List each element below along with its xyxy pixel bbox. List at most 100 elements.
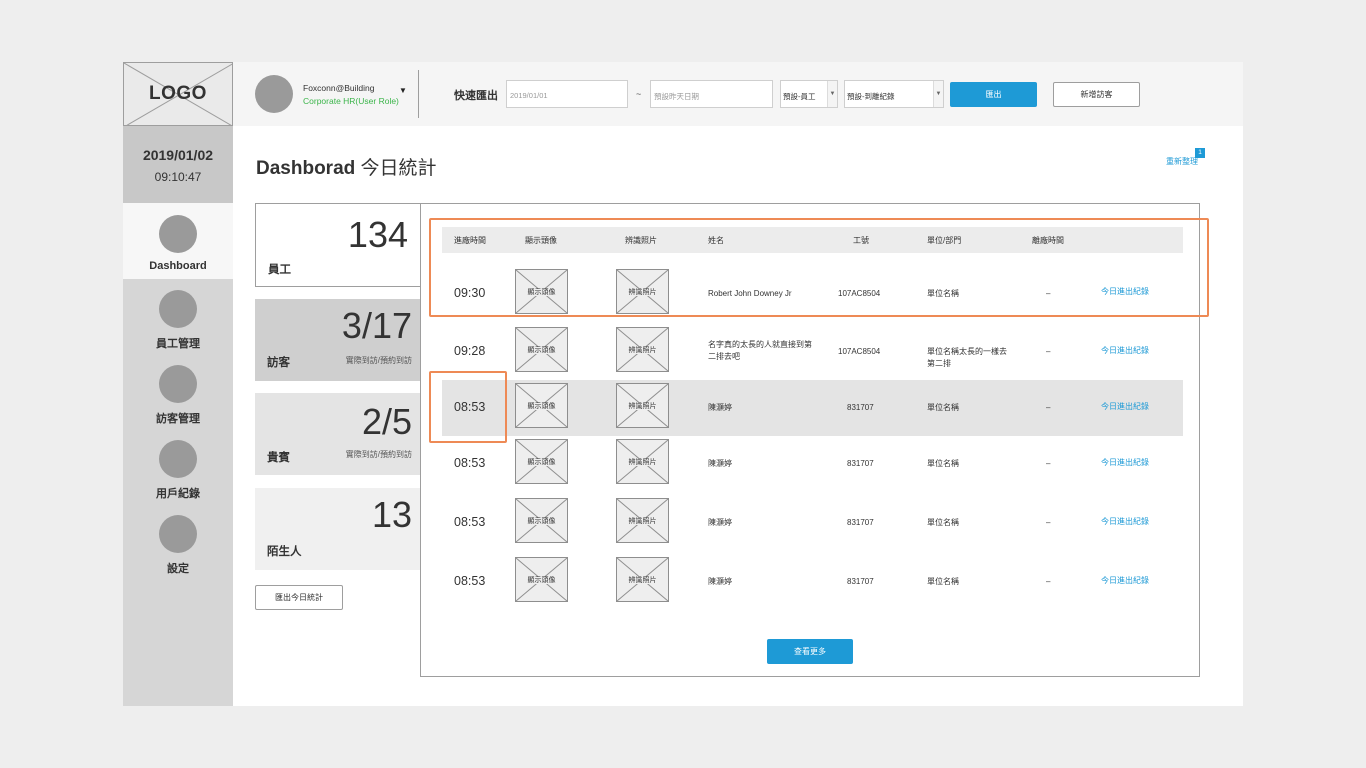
stat-card-employees[interactable]: 134 員工: [255, 203, 421, 287]
dashboard-icon: [159, 215, 197, 253]
avatar-placeholder[interactable]: 顯示頭像: [515, 327, 568, 372]
end-date-input[interactable]: 預設昨天日期: [650, 80, 773, 108]
today-records-link[interactable]: 今日進出紀錄: [1101, 457, 1149, 468]
sidebar-item-label: 訪客管理: [156, 413, 200, 425]
caret-down-icon[interactable]: ▼: [399, 86, 407, 95]
department: 單位名稱: [927, 459, 959, 468]
table-row[interactable]: 08:53 顯示頭像 辨識照片 陳灝婷 831707 單位名稱 – 今日進出紀錄: [442, 495, 1183, 551]
top-bar: LOGO Foxconn@Building Corporate HR(User …: [123, 62, 1243, 126]
user-records-icon: [159, 440, 197, 478]
today-records-link[interactable]: 今日進出紀錄: [1101, 345, 1149, 356]
table-row[interactable]: 09:28 顯示頭像 辨識照片 名字真的太長的人就直接到第二排去吧 107AC8504 單…: [442, 324, 1183, 380]
visitor-management-icon: [159, 365, 197, 403]
current-date: 2019/01/02: [142, 147, 214, 163]
employee-id: 831707: [847, 459, 874, 468]
quick-export-label: 快速匯出: [454, 90, 498, 102]
leave-time: –: [1046, 577, 1051, 586]
date-separator: ~: [636, 89, 642, 99]
photo-placeholder-label: 辨識照片: [627, 518, 658, 525]
table-row[interactable]: 08:53 顯示頭像 辨識照片 陳灝婷 831707 單位名稱 – 今日進出紀錄: [442, 380, 1183, 436]
record-type-select[interactable]: 預設-到離紀錄 ▼: [844, 80, 944, 108]
avatar-placeholder-label: 顯示頭像: [526, 347, 557, 354]
stat-card-strangers[interactable]: 13 陌生人: [255, 488, 420, 570]
user-avatar[interactable]: [255, 75, 293, 113]
table-row[interactable]: 08:53 顯示頭像 辨識照片 陳灝婷 831707 單位名稱 – 今日進出紀錄: [442, 436, 1183, 492]
avatar-placeholder[interactable]: 顯示頭像: [515, 383, 568, 428]
avatar-placeholder-label: 顯示頭像: [526, 403, 557, 410]
sidebar: 2019/01/02 09:10:47 Dashboard 員工管理 訪客管理 …: [123, 126, 233, 706]
export-button[interactable]: 匯出: [950, 82, 1037, 107]
logo[interactable]: LOGO: [123, 62, 233, 126]
app-frame: LOGO Foxconn@Building Corporate HR(User …: [123, 62, 1243, 706]
photo-placeholder-label: 辨識照片: [627, 577, 658, 584]
photo-placeholder-label: 辨識照片: [627, 459, 658, 466]
page-title-zh: 今日統計: [360, 158, 437, 179]
department: 單位名稱: [927, 518, 959, 527]
page-title-en: Dashborad: [256, 158, 356, 179]
avatar-placeholder-label: 顯示頭像: [526, 459, 557, 466]
export-today-stats-button[interactable]: 匯出今日統計: [255, 585, 343, 610]
photo-placeholder-label: 辨識照片: [627, 403, 658, 410]
divider: [418, 70, 419, 118]
employee-type-value: 預設-員工: [783, 92, 816, 101]
stat-sublabel: 實際到訪/預約到訪: [345, 356, 412, 365]
today-records-link[interactable]: 今日進出紀錄: [1101, 516, 1149, 527]
current-time: 09:10:47: [154, 170, 202, 184]
view-more-button[interactable]: 查看更多: [767, 639, 853, 664]
employee-name: 陳灝婷: [708, 577, 732, 586]
refresh-link[interactable]: 重新整理: [1166, 156, 1198, 167]
table-row[interactable]: 08:53 顯示頭像 辨識照片 陳灝婷 831707 單位名稱 – 今日進出紀錄: [442, 554, 1183, 610]
employee-id: 107AC8504: [838, 347, 881, 356]
highlight-time-cell: [429, 371, 507, 443]
sidebar-item-settings[interactable]: 設定: [123, 515, 233, 576]
employee-name: 名字真的太長的人就直接到第二排去吧: [708, 340, 812, 361]
avatar-placeholder[interactable]: 顯示頭像: [515, 498, 568, 543]
employee-type-select[interactable]: 預設-員工 ▼: [780, 80, 838, 108]
stat-value: 3/17: [341, 305, 412, 346]
start-date-input[interactable]: 2019/01/01: [506, 80, 628, 108]
entry-time: 08:53: [454, 574, 486, 588]
dropdown-arrow-icon[interactable]: ▼: [933, 81, 943, 107]
photo-placeholder-label: 辨識照片: [627, 347, 658, 354]
record-type-value: 預設-到離紀錄: [847, 92, 895, 101]
sidebar-item-label: 用戶紀錄: [156, 488, 200, 500]
department: 單位名稱太長的一樣去第二排: [927, 347, 1007, 368]
stat-value: 2/5: [361, 401, 412, 442]
page-title: Dashborad 今日統計: [256, 153, 437, 180]
entry-time: 08:53: [454, 456, 486, 470]
recognition-photo-placeholder[interactable]: 辨識照片: [616, 383, 669, 428]
sidebar-item-user-records[interactable]: 用戶紀錄: [123, 440, 233, 501]
logo-text: LOGO: [149, 83, 207, 104]
leave-time: –: [1046, 518, 1051, 527]
sidebar-item-label: 設定: [167, 563, 189, 575]
department: 單位名稱: [927, 577, 959, 586]
stat-label: 訪客: [267, 357, 290, 369]
recognition-photo-placeholder[interactable]: 辨識照片: [616, 439, 669, 484]
employee-name: 陳灝婷: [708, 403, 732, 412]
today-records-link[interactable]: 今日進出紀錄: [1101, 575, 1149, 586]
stat-sublabel: 實際到訪/預約到訪: [345, 450, 412, 459]
department: 單位名稱: [927, 403, 959, 412]
sidebar-item-employee-management[interactable]: 員工管理: [123, 290, 233, 351]
current-datetime: 2019/01/02 09:10:47: [123, 126, 233, 203]
user-name[interactable]: Foxconn@Building: [303, 83, 374, 93]
dropdown-arrow-icon[interactable]: ▼: [827, 81, 837, 107]
notification-badge: 1: [1195, 148, 1205, 158]
stat-card-vip[interactable]: 2/5 貴賓 實際到訪/預約到訪: [255, 393, 420, 475]
sidebar-item-label: Dashboard: [149, 260, 207, 272]
stat-card-visitors[interactable]: 3/17 訪客 實際到訪/預約到訪: [255, 299, 420, 381]
sidebar-item-label: 員工管理: [156, 338, 200, 350]
stat-label: 貴賓: [267, 452, 290, 464]
employee-name: 陳灝婷: [708, 459, 732, 468]
avatar-placeholder[interactable]: 顯示頭像: [515, 557, 568, 602]
recognition-photo-placeholder[interactable]: 辨識照片: [616, 498, 669, 543]
recognition-photo-placeholder[interactable]: 辨識照片: [616, 327, 669, 372]
recognition-photo-placeholder[interactable]: 辨識照片: [616, 557, 669, 602]
sidebar-item-dashboard[interactable]: Dashboard: [123, 203, 233, 279]
today-records-link[interactable]: 今日進出紀錄: [1101, 401, 1149, 412]
sidebar-item-visitor-management[interactable]: 訪客管理: [123, 365, 233, 426]
add-visitor-button[interactable]: 新增訪客: [1053, 82, 1140, 107]
highlight-first-row: [429, 218, 1209, 317]
avatar-placeholder[interactable]: 顯示頭像: [515, 439, 568, 484]
employee-id: 831707: [847, 577, 874, 586]
